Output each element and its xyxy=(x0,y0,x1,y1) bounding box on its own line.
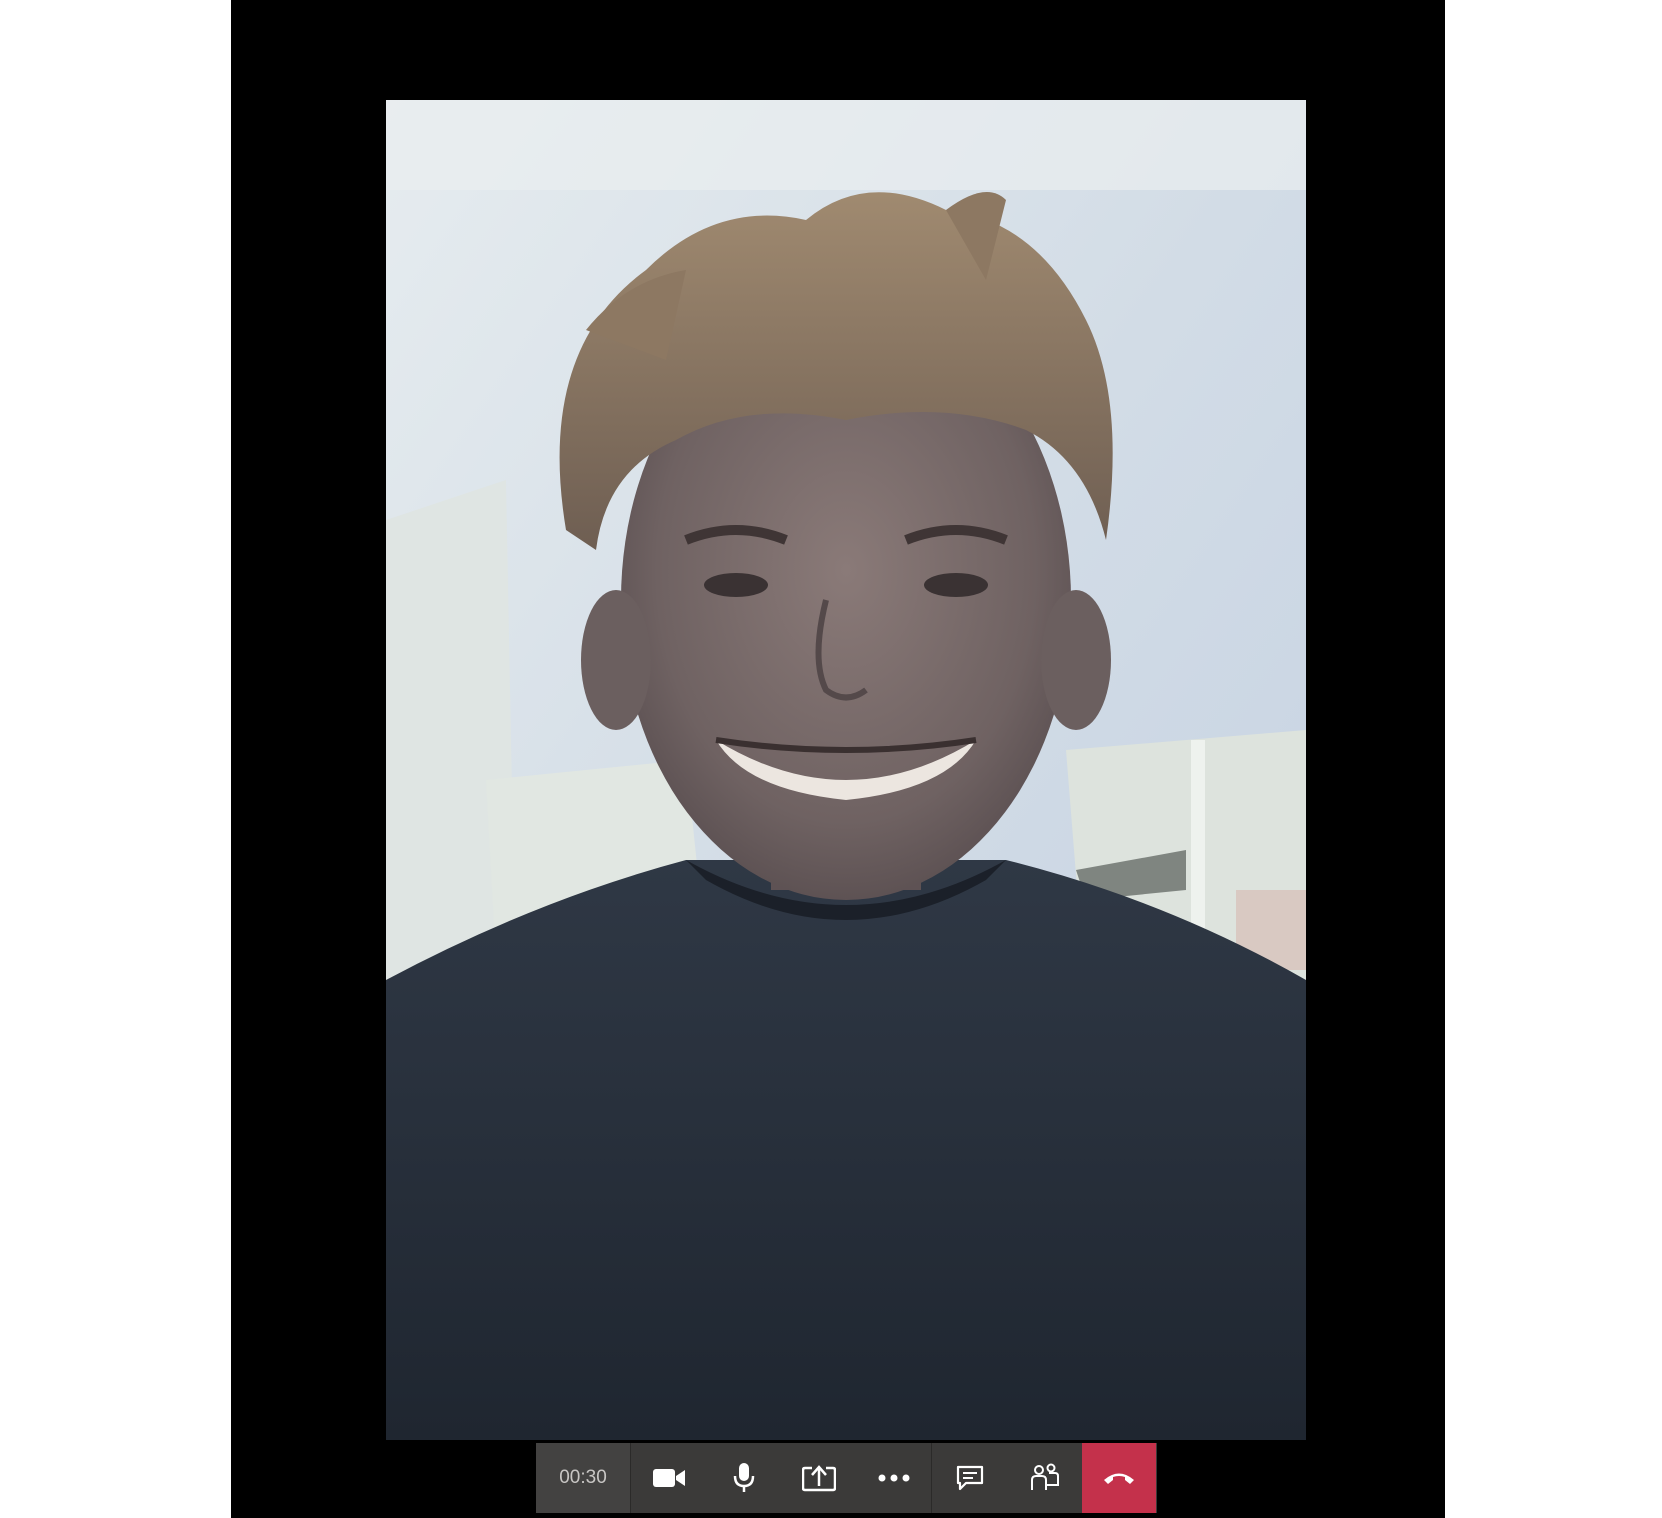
microphone-icon xyxy=(733,1463,754,1492)
video-camera-icon xyxy=(652,1469,685,1487)
camera-button[interactable] xyxy=(631,1443,706,1513)
microphone-button[interactable] xyxy=(706,1443,781,1513)
people-icon xyxy=(1030,1463,1059,1490)
participant-video-image xyxy=(386,100,1306,1440)
share-tray-icon xyxy=(801,1465,836,1492)
participants-button[interactable] xyxy=(1007,1443,1082,1513)
call-controls-toolbar: 00:30 xyxy=(536,1443,1157,1513)
more-actions-button[interactable] xyxy=(856,1443,931,1513)
call-timer: 00:30 xyxy=(536,1443,631,1513)
chat-icon xyxy=(956,1465,983,1491)
share-screen-button[interactable] xyxy=(781,1443,856,1513)
call-window: 00:30 xyxy=(231,0,1445,1518)
hang-up-button[interactable] xyxy=(1082,1443,1156,1513)
hang-up-phone-icon xyxy=(1104,1473,1134,1484)
participant-video xyxy=(386,100,1306,1440)
panel-controls xyxy=(931,1443,1082,1513)
ellipsis-icon xyxy=(878,1474,909,1482)
media-controls xyxy=(631,1443,931,1513)
chat-button[interactable] xyxy=(932,1443,1007,1513)
